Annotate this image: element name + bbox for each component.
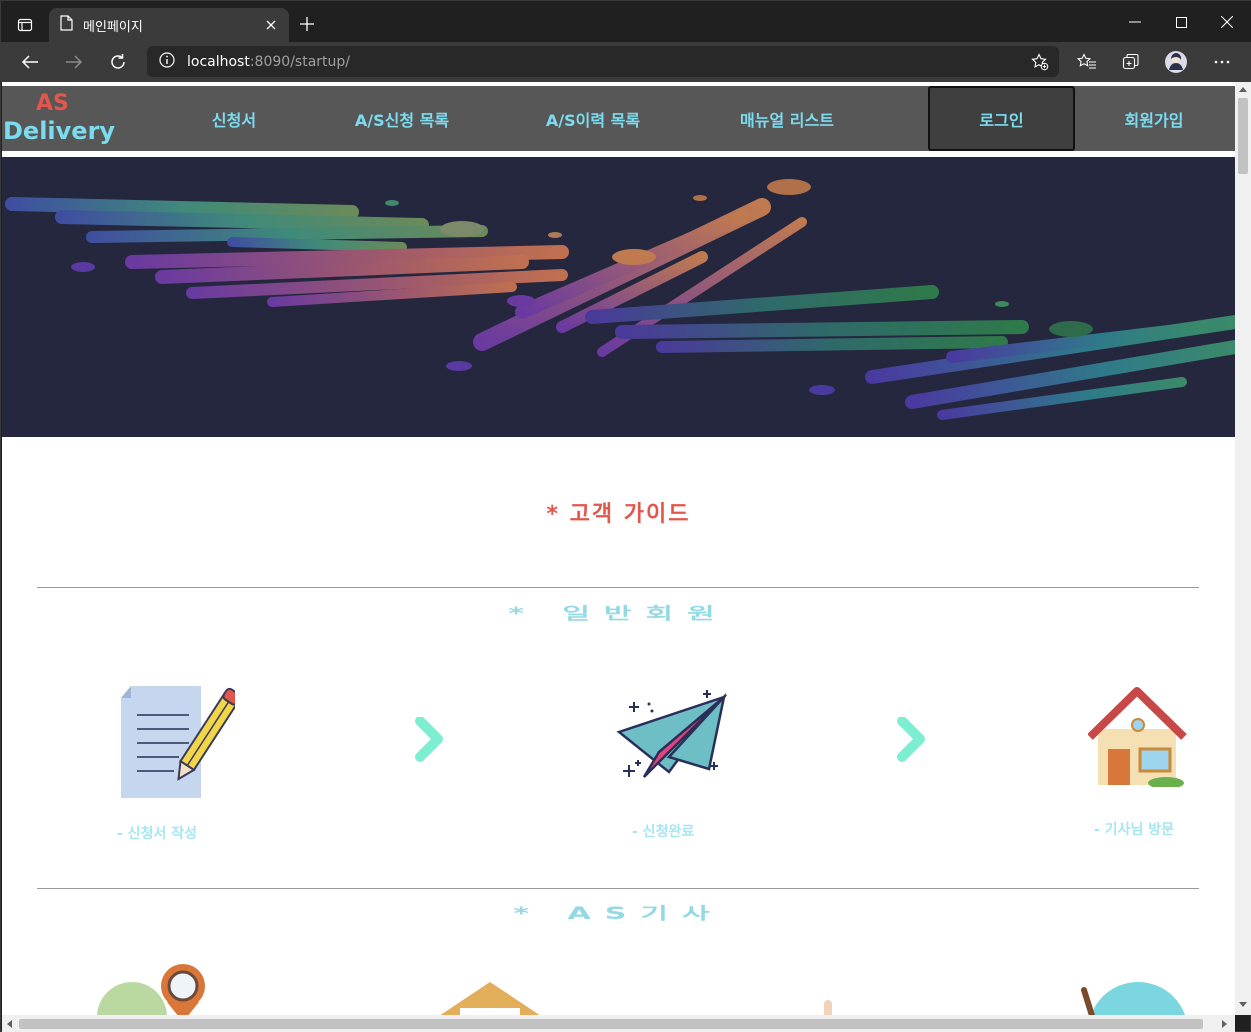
hero-banner xyxy=(2,157,1235,437)
nav-login[interactable]: 로그인 xyxy=(928,86,1075,151)
more-options-icon[interactable] xyxy=(1207,47,1237,77)
profile-avatar[interactable] xyxy=(1161,47,1191,77)
vertical-scrollbar[interactable] xyxy=(1235,82,1251,1015)
divider-1 xyxy=(37,587,1199,588)
tab-title: 메인페이지 xyxy=(83,19,143,35)
globe-wrench-icon xyxy=(1076,982,1196,1015)
nav-as-request-list[interactable]: A/S신청 목록 xyxy=(330,86,474,151)
title-bar: 메인페이지 xyxy=(1,1,1251,42)
add-favorite-icon[interactable] xyxy=(1031,53,1049,75)
scroll-up-arrow-icon[interactable] xyxy=(1239,86,1247,92)
favorites-icon[interactable] xyxy=(1072,47,1102,77)
tab-actions-icon[interactable] xyxy=(11,11,39,39)
house-icon xyxy=(1087,687,1188,791)
logo-delivery: Delivery xyxy=(3,117,116,145)
scroll-down-arrow-icon[interactable] xyxy=(1239,1002,1247,1008)
logo-as: AS xyxy=(36,91,69,116)
back-arrow-icon[interactable] xyxy=(15,47,45,77)
divider-2 xyxy=(37,888,1199,889)
maximize-icon[interactable] xyxy=(1158,7,1204,37)
document-pencil-icon xyxy=(119,682,242,804)
section-title-as-technician: * AS기사 xyxy=(513,904,724,924)
info-icon[interactable] xyxy=(159,51,175,72)
scroll-right-arrow-icon[interactable] xyxy=(1222,1020,1228,1028)
step-label-complete: - 신청완료 xyxy=(632,824,695,840)
url-text: localhost:8090/startup/ xyxy=(187,54,350,70)
close-window-icon[interactable] xyxy=(1204,7,1250,37)
step-label-visit: - 기사님 방문 xyxy=(1094,822,1174,838)
nav-application[interactable]: 신청서 xyxy=(162,86,306,151)
banner-brush-art xyxy=(5,179,1235,420)
horizontal-scroll-thumb[interactable] xyxy=(19,1019,1203,1029)
paper-plane-icon xyxy=(614,687,730,791)
scroll-left-arrow-icon[interactable] xyxy=(6,1020,12,1028)
forward-arrow-icon[interactable] xyxy=(59,47,89,77)
section-title-general-member: * 일반회원 xyxy=(508,604,729,624)
site-navbar: AS Delivery 신청서 A/S신청 목록 A/S이력 목록 매뉴얼 리스… xyxy=(2,86,1235,151)
horizontal-scrollbar[interactable] xyxy=(2,1015,1235,1032)
nav-manual-list[interactable]: 매뉴얼 리스트 xyxy=(712,86,862,151)
map-pin-globe-icon xyxy=(97,962,217,1015)
page-viewport: AS Delivery 신청서 A/S신청 목록 A/S이력 목록 매뉴얼 리스… xyxy=(2,82,1235,1015)
url-path: :8090/startup/ xyxy=(249,53,350,70)
browser-toolbar: localhost:8090/startup/ xyxy=(1,42,1251,82)
close-tab-icon[interactable] xyxy=(259,13,283,37)
address-bar[interactable]: localhost:8090/startup/ xyxy=(147,46,1059,77)
nav-signup[interactable]: 회원가입 xyxy=(1079,86,1229,151)
page-icon xyxy=(59,15,73,35)
new-tab-icon[interactable] xyxy=(296,13,318,35)
envelope-icon xyxy=(430,982,550,1015)
refresh-icon[interactable] xyxy=(103,47,133,77)
site-logo[interactable]: AS Delivery xyxy=(3,91,116,151)
collections-icon[interactable] xyxy=(1116,47,1146,77)
chevron-right-icon xyxy=(412,716,446,767)
browser-tab[interactable]: 메인페이지 xyxy=(49,8,289,42)
guide-title: * 고객 가이드 xyxy=(546,502,691,527)
minimize-icon[interactable] xyxy=(1112,7,1158,37)
url-host: localhost xyxy=(187,53,250,70)
nav-as-history-list[interactable]: A/S이력 목록 xyxy=(521,86,665,151)
step-label-write: - 신청서 작성 xyxy=(117,826,197,842)
chevron-right-icon xyxy=(894,716,928,767)
browser-window: 메인페이지 localhost:8090/startup/ AS Deliver… xyxy=(0,0,1251,1032)
tool-tip-icon xyxy=(820,998,836,1015)
vertical-scroll-thumb[interactable] xyxy=(1238,98,1248,174)
